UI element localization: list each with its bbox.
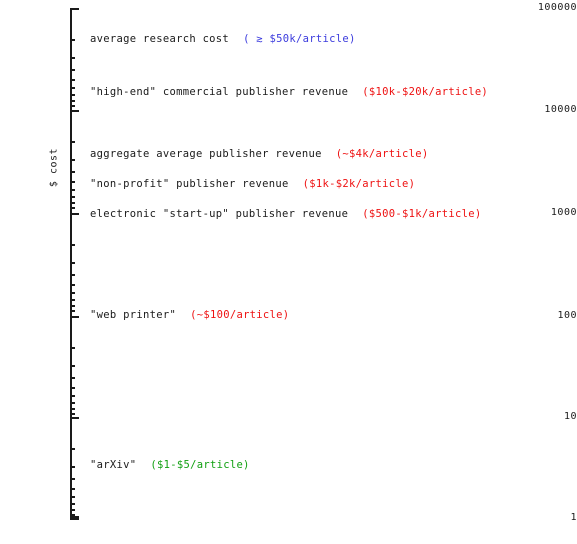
cost-annotation-label: "non-profit" publisher revenue bbox=[90, 178, 289, 190]
y-axis-minor-tick bbox=[70, 181, 75, 184]
cost-annotation-value: (~$4k/article) bbox=[335, 148, 429, 160]
cost-annotation-row: "arXiv" ($1-$5/article) bbox=[90, 459, 250, 471]
y-axis-minor-tick bbox=[70, 377, 75, 380]
cost-annotation-row: "non-profit" publisher revenue ($1k-$2k/a… bbox=[90, 178, 415, 190]
y-axis-minor-tick bbox=[70, 100, 75, 103]
cost-annotation-value: ( ≳ $50k/article) bbox=[243, 33, 356, 45]
y-axis-major-tick bbox=[70, 316, 79, 318]
cost-annotation-label: "arXiv" bbox=[90, 459, 137, 471]
cost-annotation-label: electronic "start-up" publisher revenue bbox=[90, 208, 349, 220]
y-axis-minor-tick bbox=[70, 79, 75, 82]
y-axis-minor-tick bbox=[70, 364, 75, 367]
y-axis-minor-tick bbox=[70, 94, 75, 97]
y-axis-minor-tick bbox=[70, 243, 75, 246]
y-axis-minor-tick bbox=[70, 284, 75, 287]
y-axis-major-tick bbox=[70, 518, 79, 520]
y-axis-minor-tick bbox=[70, 310, 75, 313]
y-axis-tick-label: 100000 bbox=[537, 2, 577, 13]
y-axis-minor-tick bbox=[70, 509, 75, 512]
y-axis-title: $ cost bbox=[49, 68, 60, 268]
log-scale-cost-chart: $ cost 100000 10000 1000 100 10 1 average res… bbox=[0, 0, 577, 544]
y-axis-minor-tick bbox=[70, 87, 75, 90]
y-axis-minor-tick bbox=[70, 274, 75, 277]
y-axis-minor-tick bbox=[70, 395, 75, 398]
cost-annotation-row: "high-end" commercial publisher revenue (… bbox=[90, 86, 488, 98]
y-axis-minor-tick bbox=[70, 447, 75, 450]
y-axis-minor-tick bbox=[70, 514, 75, 517]
y-axis-minor-tick bbox=[70, 196, 75, 199]
y-axis-minor-tick bbox=[70, 171, 75, 174]
y-axis-minor-tick bbox=[70, 140, 75, 143]
cost-annotation-value: ($10k-$20k/article) bbox=[362, 86, 489, 98]
y-axis-major-tick bbox=[70, 110, 79, 112]
y-axis-minor-tick bbox=[70, 488, 75, 491]
cost-annotation-value: ($500-$1k/article) bbox=[362, 208, 482, 220]
y-axis-major-tick bbox=[70, 213, 79, 215]
y-axis-minor-tick bbox=[70, 408, 75, 411]
y-axis-minor-tick bbox=[70, 413, 75, 416]
y-axis-tick-label: 10000 bbox=[544, 104, 577, 115]
y-axis-minor-tick bbox=[70, 261, 75, 264]
cost-annotation-row: aggregate average publisher revenue (~$4k… bbox=[90, 148, 428, 160]
cost-annotation-row: average research cost ( ≳ $50k/article) bbox=[90, 33, 356, 45]
y-axis-minor-tick bbox=[70, 478, 75, 481]
y-axis-tick-label: 100 bbox=[557, 310, 577, 321]
y-axis-minor-tick bbox=[70, 202, 75, 205]
y-axis-minor-tick bbox=[70, 158, 75, 161]
y-axis-minor-tick bbox=[70, 292, 75, 295]
y-axis-minor-tick bbox=[70, 299, 75, 302]
y-axis-minor-tick bbox=[70, 503, 75, 506]
y-axis-minor-tick bbox=[70, 69, 75, 72]
cost-annotation-label: average research cost bbox=[90, 33, 230, 45]
y-axis-title-text: $ cost bbox=[48, 147, 60, 188]
cost-annotation-label: aggregate average publisher revenue bbox=[90, 148, 322, 160]
y-axis-minor-tick bbox=[70, 346, 75, 349]
y-axis-minor-tick bbox=[70, 207, 75, 210]
y-axis-major-tick bbox=[70, 417, 79, 419]
y-axis-minor-tick bbox=[70, 38, 75, 41]
y-axis-minor-tick bbox=[70, 189, 75, 192]
cost-annotation-row: "web printer" (~$100/article) bbox=[90, 309, 289, 321]
y-axis-tick-label: 1 bbox=[570, 512, 577, 523]
cost-annotation-label: "web printer" bbox=[90, 309, 177, 321]
cost-annotation-value: ($1k-$2k/article) bbox=[302, 178, 416, 190]
y-axis-minor-tick bbox=[70, 465, 75, 468]
cost-annotation-value: ($1-$5/article) bbox=[150, 459, 250, 471]
y-axis-tick-label: 1000 bbox=[550, 207, 577, 218]
cost-annotation-row: electronic "start-up" publisher revenue (… bbox=[90, 208, 481, 220]
y-axis-minor-tick bbox=[70, 402, 75, 405]
y-axis-minor-tick bbox=[70, 387, 75, 390]
y-axis-minor-tick bbox=[70, 105, 75, 108]
y-axis-tick-label: 10 bbox=[563, 411, 577, 422]
y-axis-minor-tick bbox=[70, 305, 75, 308]
cost-annotation-label: "high-end" commercial publisher revenue bbox=[90, 86, 349, 98]
cost-annotation-value: (~$100/article) bbox=[190, 309, 290, 321]
y-axis-minor-tick bbox=[70, 496, 75, 499]
y-axis-minor-tick bbox=[70, 56, 75, 59]
y-axis-major-tick bbox=[70, 8, 79, 10]
